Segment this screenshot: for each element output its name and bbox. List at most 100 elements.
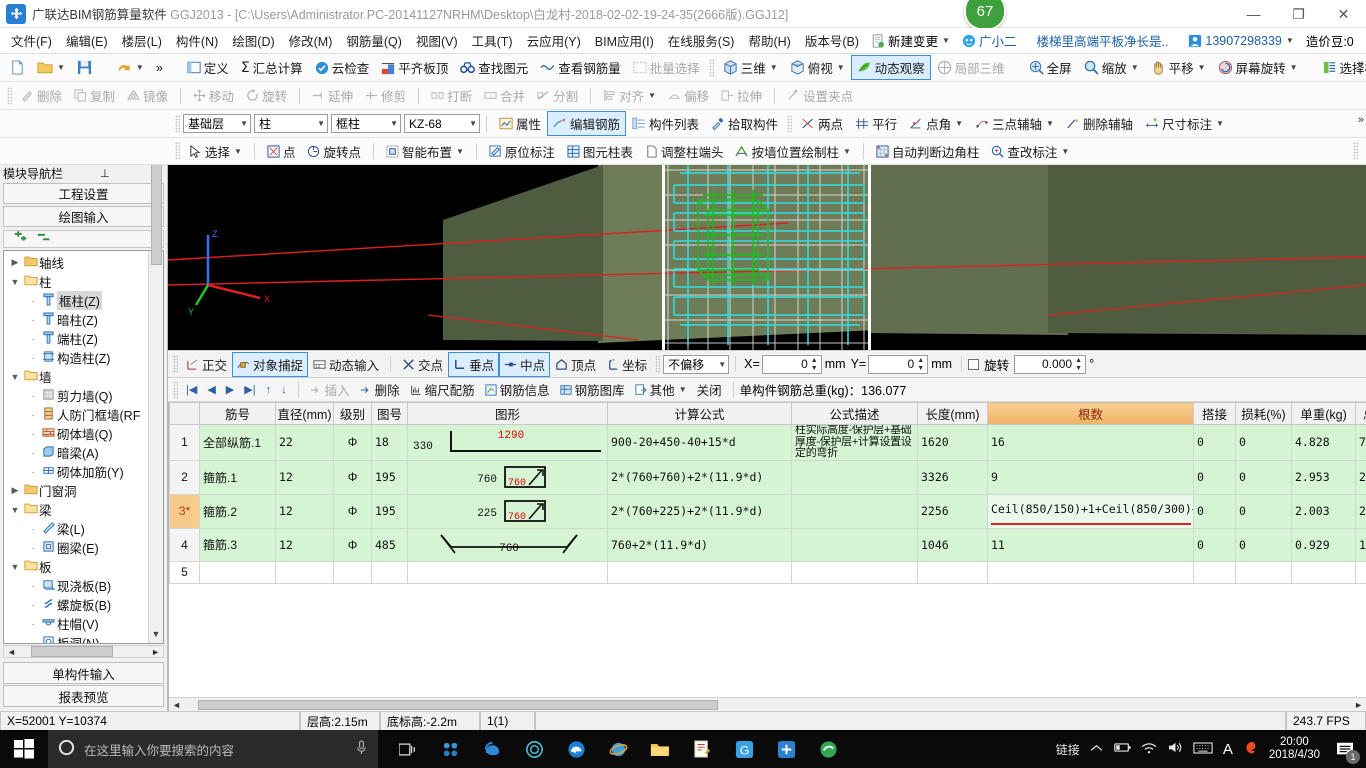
type-selector[interactable]: 框柱 ▼ bbox=[331, 114, 401, 133]
element-column-table-button[interactable]: 图元柱表 bbox=[561, 139, 639, 164]
cell-totalw[interactable]: 1 bbox=[1355, 527, 1366, 562]
cell-idx[interactable]: 5 bbox=[169, 560, 200, 584]
cell-grade[interactable]: Φ bbox=[333, 527, 372, 562]
menu-item-bim[interactable]: BIM应用(I) bbox=[588, 28, 661, 53]
other-button[interactable]: 其他 ▼ bbox=[630, 378, 692, 401]
cell-idx[interactable]: 3* bbox=[169, 493, 200, 529]
component-list-button[interactable]: 构件列表 bbox=[626, 111, 705, 136]
rotate-checkbox[interactable] bbox=[968, 358, 980, 370]
table-header-idx[interactable] bbox=[169, 402, 200, 425]
intersection-snap-toggle[interactable]: 交点 bbox=[397, 352, 448, 377]
move-up-button[interactable]: ↑ bbox=[261, 383, 277, 397]
cell-count[interactable] bbox=[987, 560, 1194, 584]
cell-count[interactable]: Ceil(850/150)+1+Ceil(850/300)+1… bbox=[987, 493, 1194, 529]
cell-shape[interactable] bbox=[407, 560, 608, 584]
properties-button[interactable]: 属性 bbox=[493, 111, 547, 136]
tree-horizontal-scrollbar[interactable]: ◄ ► bbox=[3, 645, 164, 658]
cell-shape[interactable]: 330 1290 bbox=[407, 424, 608, 461]
menu-item-view[interactable]: 视图(V) bbox=[409, 28, 465, 53]
tree-item-10[interactable]: · 暗梁(A) bbox=[4, 443, 148, 462]
chevron-down-icon[interactable]: ▼ bbox=[1216, 119, 1224, 128]
chevron-down-icon[interactable]: ▼ bbox=[8, 505, 22, 515]
cloud-check-button[interactable]: 云检查 bbox=[309, 55, 376, 80]
menu-item-floor[interactable]: 楼层(L) bbox=[115, 28, 169, 53]
cell-idx[interactable]: 1 bbox=[169, 424, 200, 461]
pan-button[interactable]: 平移 ▼ bbox=[1145, 55, 1212, 80]
tree-item-2[interactable]: · 框柱(Z) bbox=[4, 291, 148, 310]
move-button[interactable]: 移动 bbox=[187, 83, 240, 108]
cell-figno[interactable] bbox=[371, 560, 408, 584]
menu-item-modify[interactable]: 修改(M) bbox=[282, 28, 340, 53]
rebar-table[interactable]: 筋号 直径(mm) 级别 图号 图形 计算公式 公式描述 长度(mm) 根数 搭接 损耗(%) 单重(… bbox=[169, 402, 1366, 584]
keyboard-icon[interactable] bbox=[1193, 741, 1213, 757]
align-button[interactable]: 对齐 ▼ bbox=[597, 83, 662, 108]
menu-item-help[interactable]: 帮助(H) bbox=[741, 28, 797, 53]
chevron-down-icon[interactable]: ▼ bbox=[1046, 119, 1054, 128]
split-button[interactable]: 分割 bbox=[531, 83, 584, 108]
view-3d-button[interactable]: 三维 ▼ bbox=[717, 55, 784, 80]
auto-detect-corner-column-button[interactable]: 自动判断边角柱 bbox=[870, 139, 986, 164]
sidebar-button-single-component-input[interactable]: 单构件输入 bbox=[3, 662, 164, 684]
sogou-icon[interactable] bbox=[1243, 740, 1259, 759]
open-file-button[interactable]: ▼ bbox=[31, 57, 71, 78]
delete-button[interactable]: 删除 bbox=[15, 83, 68, 108]
screen-rotate-button[interactable]: 屏幕旋转 ▼ bbox=[1212, 55, 1304, 80]
chevron-down-icon[interactable]: ▼ bbox=[8, 372, 22, 382]
notification-center-button[interactable]: 1 bbox=[1330, 730, 1360, 768]
two-point-axis-button[interactable]: 两点 bbox=[795, 111, 849, 136]
cell-unitw[interactable]: 4.828 bbox=[1291, 424, 1356, 461]
parallel-axis-button[interactable]: 平行 bbox=[849, 111, 903, 136]
notice-banner[interactable]: 楼梯里高端平板净长是.. bbox=[1022, 31, 1182, 50]
rotate-input[interactable]: 0.000 ▲ ▼ bbox=[1014, 354, 1087, 374]
edge-icon[interactable] bbox=[556, 730, 596, 768]
pick-component-button[interactable]: 拾取构件 bbox=[705, 111, 784, 136]
tree-item-16[interactable]: ▼ 板 bbox=[4, 557, 148, 576]
add-icon[interactable] bbox=[12, 231, 28, 247]
table-header-figno[interactable]: 图号 bbox=[371, 402, 408, 425]
cell-lap[interactable]: 0 bbox=[1193, 459, 1236, 495]
cell-loss[interactable]: 0 bbox=[1235, 527, 1292, 562]
menu-item-rebar[interactable]: 钢筋量(Q) bbox=[339, 28, 409, 53]
point-tool-button[interactable]: 点 bbox=[261, 139, 302, 164]
toolbar-more-button[interactable]: » bbox=[150, 58, 169, 78]
update-badge[interactable]: 67 bbox=[964, 0, 1006, 31]
cell-formula[interactable]: 760+2*(11.9*d) bbox=[607, 527, 792, 562]
chevron-down-icon[interactable]: ▼ bbox=[770, 63, 778, 72]
cell-figno[interactable]: 485 bbox=[371, 527, 408, 562]
cell-lap[interactable]: 0 bbox=[1193, 424, 1236, 461]
table-header-shape[interactable]: 图形 bbox=[407, 402, 608, 425]
cell-formula[interactable] bbox=[607, 560, 792, 584]
tree-item-3[interactable]: · 暗柱(Z) bbox=[4, 310, 148, 329]
wifi-icon[interactable] bbox=[1141, 742, 1157, 757]
chevron-down-icon[interactable]: ▼ bbox=[942, 36, 950, 45]
chevron-down-icon[interactable]: ▼ bbox=[679, 385, 687, 394]
cell-length[interactable]: 3326 bbox=[917, 459, 988, 495]
chevron-down-icon[interactable]: ▼ bbox=[1290, 63, 1298, 72]
cell-length[interactable]: 1046 bbox=[917, 527, 988, 562]
toolbar-overflow-button[interactable]: » bbox=[1358, 58, 1364, 70]
tree-item-7[interactable]: · 剪力墙(Q) bbox=[4, 386, 148, 405]
cell-dia[interactable]: 22 bbox=[275, 424, 334, 461]
cell-desc[interactable] bbox=[791, 560, 918, 584]
save-file-button[interactable] bbox=[71, 57, 98, 78]
app-blue-icon[interactable] bbox=[430, 730, 470, 768]
cell-totalw[interactable]: 2 bbox=[1355, 459, 1366, 495]
scale-rebar-button[interactable]: 缩尺配筋 bbox=[405, 378, 480, 401]
table-header-count[interactable]: 根数 bbox=[987, 402, 1194, 425]
table-body[interactable]: 1 全部纵筋.1 22 Φ 18 330 1290 900-20+450-40+15*d 柱实际… bbox=[169, 424, 1366, 584]
vertex-snap-toggle[interactable]: 顶点 bbox=[550, 352, 601, 377]
volume-icon[interactable] bbox=[1167, 741, 1183, 757]
chevron-down-icon[interactable]: ▼ bbox=[718, 360, 726, 369]
sidebar-button-report-preview[interactable]: 报表预览 bbox=[3, 685, 164, 707]
draw-column-by-wall-button[interactable]: 按墙位置绘制柱 ▼ bbox=[729, 139, 856, 164]
scroll-right-icon[interactable]: ► bbox=[148, 647, 163, 657]
check-annotation-button[interactable]: 查改标注 ▼ bbox=[985, 139, 1075, 164]
in-place-annotation-button[interactable]: 原位标注 bbox=[483, 139, 561, 164]
tree-vertical-scrollbar[interactable]: ▲ ▼ bbox=[148, 145, 163, 643]
undo-button[interactable]: ▼ bbox=[110, 58, 150, 78]
trim-button[interactable]: 修剪 bbox=[359, 83, 412, 108]
table-header-unitw[interactable]: 单重(kg) bbox=[1291, 402, 1356, 425]
cell-unitw[interactable] bbox=[1291, 560, 1356, 584]
task-view-icon[interactable] bbox=[388, 730, 428, 768]
rotate-point-tool-button[interactable]: 旋转点 bbox=[301, 139, 367, 164]
